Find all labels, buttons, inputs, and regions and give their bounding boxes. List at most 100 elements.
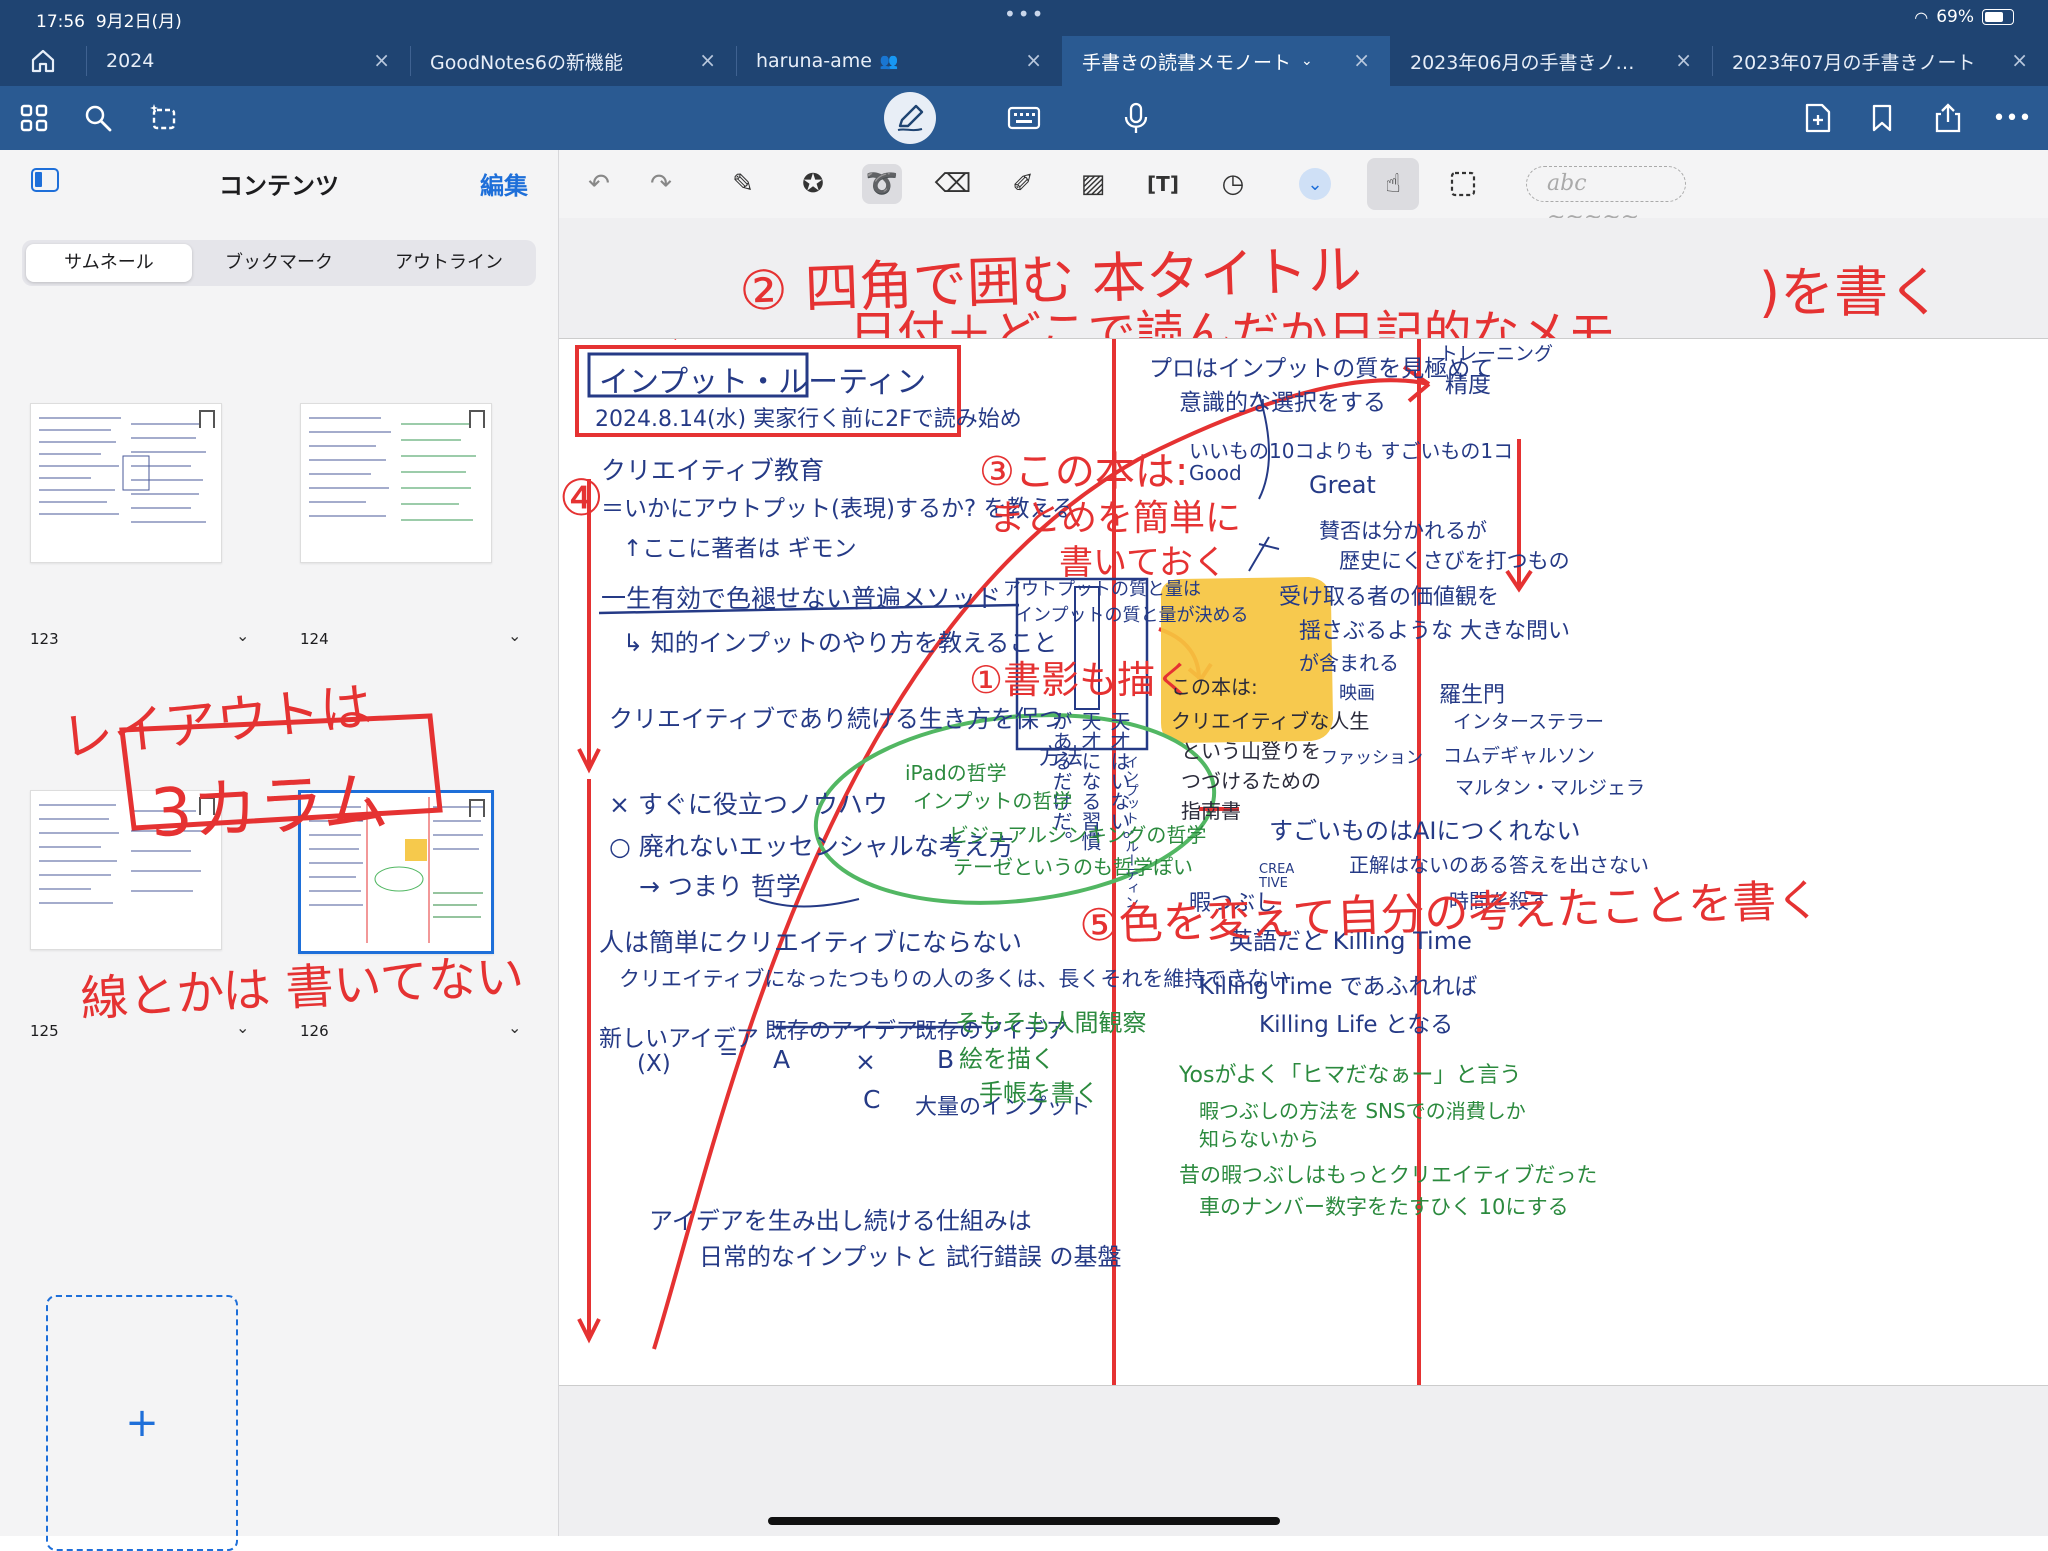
search-icon[interactable] (74, 94, 122, 142)
keyboard-icon[interactable] (1000, 94, 1048, 142)
sidebar: コンテンツ 編集 サムネール ブックマーク アウトライン 123 ⌄ 124 ⌄… (0, 150, 559, 1551)
note-line: 一生有効で色褪せない普遍メソッド (601, 584, 1002, 613)
tab-label: haruna-ame (756, 50, 872, 72)
close-icon[interactable]: × (373, 48, 390, 72)
redo-icon[interactable]: ↷ (641, 164, 681, 204)
tab-bar: 2024 × GoodNotes6の新機能 × haruna-ame 👥 × 手書きの読… (0, 36, 2048, 86)
microphone-icon[interactable] (1112, 94, 1160, 142)
date-line: 2024.8.14(水) 実家行く前に2Fで読み始め (595, 407, 1022, 432)
note-line: ↑ここに著者は ギモン (623, 536, 857, 562)
note-line: 賛否は分かれるが (1319, 519, 1487, 543)
note-line: 受け取る者の価値観を (1279, 585, 1500, 610)
eraser-icon[interactable]: ⌫ (933, 164, 973, 204)
yellow-note: この本は: (1171, 675, 1258, 699)
rect-select-icon[interactable] (1443, 164, 1483, 204)
tab-haruna-ame[interactable]: haruna-ame 👥 × (736, 36, 1062, 86)
note-line: 意識的な選択をする (1179, 390, 1386, 416)
note-canvas[interactable]: ② 四角で囲む 本タイトル 日付＋どこで読んだか日記的なメモ )を書く インプッ… (559, 218, 2048, 1536)
shared-people-icon: 👥 (879, 52, 899, 70)
note-line: ファッション (1321, 748, 1423, 768)
chevron-down-icon[interactable]: ⌄ (1301, 53, 1313, 69)
chevron-down-icon[interactable]: ⌄ (1299, 168, 1331, 200)
note-line: が含まれる (1299, 651, 1399, 675)
green-note: 手帳を書く (979, 1079, 1099, 1107)
pen-mode-icon[interactable] (884, 92, 936, 144)
close-icon[interactable]: × (1025, 48, 1042, 72)
tab-2023-06[interactable]: 2023年06月の手書きノ… × (1390, 36, 1712, 86)
tab-label: 手書きの読書メモノート (1082, 51, 1292, 74)
green-note: テーゼというのも哲学ぽい (953, 855, 1193, 879)
annotation-text: )を書く (1759, 261, 1943, 324)
note-line: Yosがよく「ヒマだなぁー」と言う (1179, 1063, 1522, 1088)
yellow-note: という山登りを (1181, 739, 1321, 763)
formula-term: C (863, 1085, 881, 1114)
note-line: マルタン・マルジェラ (1455, 777, 1646, 799)
main-toolbar: ••• (0, 86, 2048, 150)
sparkle-lasso-icon[interactable] (140, 94, 188, 142)
multitasking-dots-icon[interactable]: ••• (1004, 2, 1045, 26)
note-line: クリエイティブになったつもりの人の多くは、長くそれを維持できない (619, 967, 1290, 991)
yellow-note: つづけるための (1181, 769, 1321, 793)
tab-label: 2023年06月の手書きノ… (1410, 51, 1635, 74)
battery-icon (1982, 9, 2014, 25)
more-icon[interactable]: ••• (1988, 94, 2036, 142)
home-tab[interactable] (0, 36, 86, 86)
image-icon[interactable]: ▨ (1073, 164, 1113, 204)
note-line: 日常的なインプットと 試行錯誤 の基盤 (699, 1243, 1122, 1271)
close-icon[interactable]: × (699, 48, 716, 72)
green-note: iPadの哲学 (905, 761, 1007, 785)
grid-view-icon[interactable] (10, 94, 58, 142)
note-page[interactable]: インプット・ルーティン 2024.8.14(水) 実家行く前に2Fで読み始め ④… (559, 338, 2048, 1386)
bookmark-icon[interactable] (1858, 94, 1906, 142)
note-line: Killing Time であふれれば (1199, 974, 1478, 1000)
tab-goodnotes6[interactable]: GoodNotes6の新機能 × (410, 36, 736, 86)
tab-label: 2023年07月の手書きノート (1732, 51, 1976, 74)
annotation-num4: ④ (559, 469, 604, 527)
formula-term: × (855, 1047, 876, 1076)
pen-tool-icon[interactable]: ✎ (723, 164, 763, 204)
yellow-note: クリエイティブな人生 (1171, 709, 1370, 733)
note-line: アウトプットの質と量は (1003, 579, 1201, 600)
tab-reading-memo[interactable]: 手書きの読書メモノート ⌄ × (1062, 36, 1390, 86)
undo-icon[interactable]: ↶ (579, 164, 619, 204)
battery-percent: 69% (1936, 7, 1974, 27)
share-icon[interactable] (1924, 94, 1972, 142)
note-line: 暇つぶしの方法を SNSでの消費しか (1199, 1099, 1526, 1123)
note-line: アイデアを生み出し続ける仕組みは (649, 1207, 1032, 1235)
tab-2023-07[interactable]: 2023年07月の手書きノート × (1712, 36, 2048, 86)
formula-term: 既存のアイデア (765, 1019, 918, 1044)
formula-term: (X) (637, 1051, 671, 1077)
green-note: ビジュアルシンキングの哲学 (949, 823, 1207, 847)
formula-term: A (773, 1045, 791, 1074)
formula-term: B (937, 1045, 955, 1074)
highlighter-icon[interactable]: ✐ (1003, 164, 1043, 204)
close-icon[interactable]: × (1675, 48, 1692, 72)
clock-icon[interactable]: ◷ (1213, 164, 1253, 204)
note-line: コムデギャルソン (1443, 745, 1596, 767)
tab-2024[interactable]: 2024 × (86, 36, 410, 86)
close-icon[interactable]: × (1353, 48, 1370, 72)
note-line: 知らないから (1199, 1127, 1319, 1151)
note-line: Great (1309, 471, 1376, 499)
sticker-icon[interactable]: ✪ (793, 164, 833, 204)
note-line: 歴史にくさびを打つもの (1339, 549, 1570, 573)
lasso-icon[interactable]: ➰ (862, 164, 902, 204)
note-line: クリエイティブ教育 (601, 456, 825, 485)
add-page-icon[interactable] (1794, 94, 1842, 142)
note-line: 精度 (1445, 372, 1491, 398)
text-box-icon[interactable]: [T] (1143, 164, 1183, 204)
note-line: インターステラー (1453, 711, 1605, 733)
close-icon[interactable]: × (2011, 48, 2028, 72)
handwriting-preview[interactable]: abc ~~~~~ (1526, 166, 1686, 230)
note-line: いいもの10コよりも すごいもの1コ (1189, 439, 1514, 463)
status-date: 9月2日(月) (95, 12, 182, 32)
note-line: Good (1189, 461, 1242, 485)
lasso-select-icon[interactable]: ☝ (1367, 158, 1419, 210)
home-icon (31, 49, 55, 73)
note-line: → つまり 哲学 (639, 872, 801, 901)
note-line: クリエイティブであり続ける生き方を保つ (609, 705, 1063, 733)
add-page-button[interactable]: + (46, 1295, 238, 1551)
note-line: 羅生門 (1439, 683, 1506, 708)
note-line: 人は簡単にクリエイティブにならない (599, 928, 1023, 957)
status-right: ◠ 69% (1914, 7, 2014, 27)
